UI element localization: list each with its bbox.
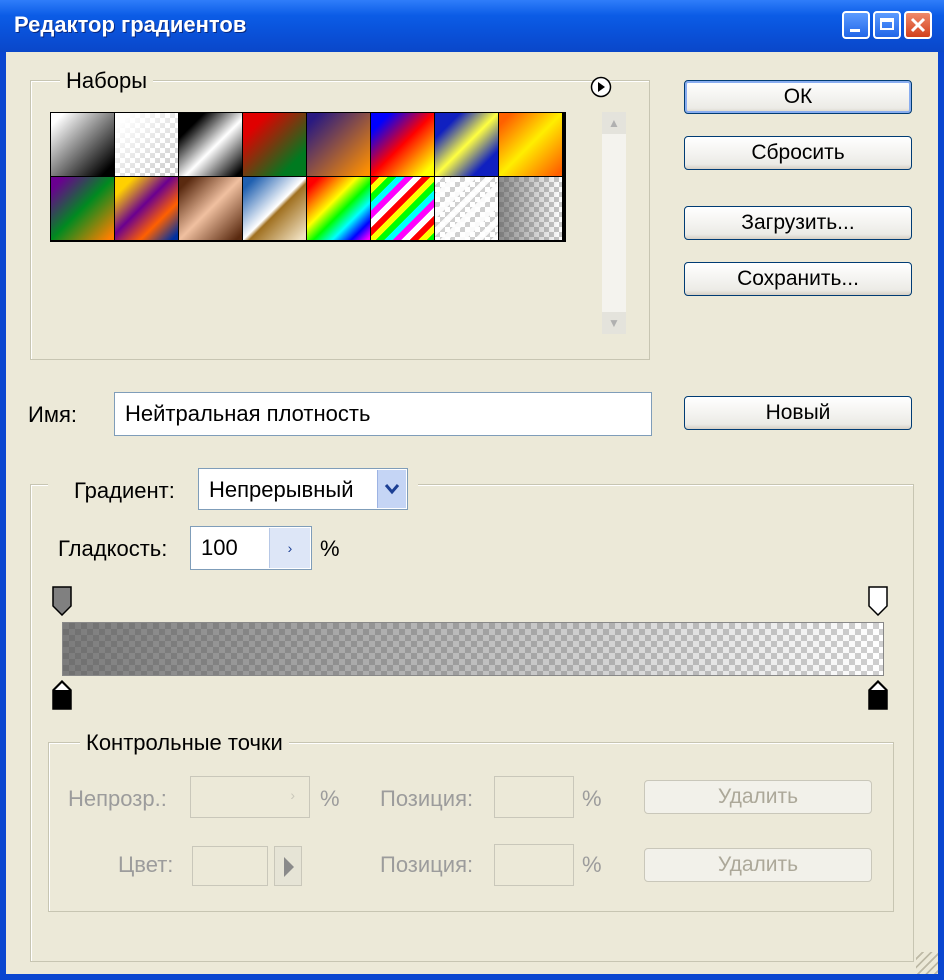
color-swatch[interactable] bbox=[192, 846, 268, 886]
smoothness-label: Гладкость: bbox=[58, 536, 168, 561]
gradient-editor-window: Редактор градиентов Наборы ▲ ▼ ОК Сброси… bbox=[0, 0, 944, 980]
chevron-down-icon[interactable] bbox=[377, 470, 406, 508]
swatch[interactable] bbox=[499, 113, 563, 177]
name-label: Имя: bbox=[28, 402, 77, 427]
color-position-unit: % bbox=[582, 852, 602, 877]
gradient-preview-bar[interactable] bbox=[62, 622, 884, 676]
opacity-position-unit: % bbox=[582, 786, 602, 811]
circle-arrow-right-icon[interactable] bbox=[590, 76, 612, 98]
scroll-down-icon[interactable]: ▼ bbox=[602, 312, 626, 334]
title-bar[interactable]: Редактор градиентов bbox=[0, 0, 944, 52]
swatch[interactable] bbox=[115, 113, 179, 177]
window-title: Редактор градиентов bbox=[14, 12, 247, 37]
swatch[interactable] bbox=[243, 177, 307, 241]
smoothness-unit: % bbox=[320, 536, 340, 561]
swatch[interactable] bbox=[371, 177, 435, 241]
swatch[interactable] bbox=[179, 113, 243, 177]
smoothness-value: 100 bbox=[201, 535, 238, 560]
color-position-label: Позиция: bbox=[380, 852, 474, 877]
gradient-type-label: Градиент: bbox=[74, 478, 175, 503]
scroll-up-icon[interactable]: ▲ bbox=[602, 112, 626, 134]
swatch[interactable] bbox=[307, 113, 371, 177]
swatch[interactable] bbox=[371, 113, 435, 177]
load-button[interactable]: Загрузить... bbox=[684, 206, 912, 240]
color-stop-left-icon[interactable] bbox=[52, 679, 72, 710]
swatch[interactable] bbox=[51, 177, 115, 241]
stops-legend: Контрольные точки bbox=[80, 730, 289, 756]
gradient-type-value: Непрерывный bbox=[209, 477, 354, 502]
ok-button[interactable]: ОК bbox=[684, 80, 912, 114]
swatch[interactable] bbox=[435, 113, 499, 177]
stops-group bbox=[48, 742, 894, 912]
color-stop-right-icon[interactable] bbox=[868, 679, 888, 710]
save-button[interactable]: Сохранить... bbox=[684, 262, 912, 296]
minimize-icon[interactable] bbox=[842, 11, 870, 39]
slider-popup-icon[interactable]: › bbox=[269, 528, 310, 568]
reset-button[interactable]: Сбросить bbox=[684, 136, 912, 170]
swatch[interactable] bbox=[243, 113, 307, 177]
delete-color-stop-button[interactable]: Удалить bbox=[644, 848, 872, 882]
name-input[interactable]: Нейтральная плотность bbox=[114, 392, 652, 436]
opacity-label: Непрозр.: bbox=[68, 786, 167, 811]
presets-scrollbar[interactable]: ▲ ▼ bbox=[602, 112, 626, 334]
color-menu-icon[interactable] bbox=[274, 846, 302, 886]
opacity-stop-left-icon[interactable] bbox=[52, 586, 72, 617]
resize-grip-icon[interactable] bbox=[916, 952, 938, 974]
gradient-type-select[interactable]: Непрерывный bbox=[198, 468, 408, 510]
opacity-position-input[interactable] bbox=[494, 776, 574, 818]
swatch[interactable] bbox=[115, 177, 179, 241]
new-button[interactable]: Новый bbox=[684, 396, 912, 430]
dialog-client-area: Наборы ▲ ▼ ОК Сбросить Загрузить... Сохр… bbox=[6, 52, 938, 974]
swatch[interactable] bbox=[435, 177, 499, 241]
opacity-stop-right-icon[interactable] bbox=[868, 586, 888, 617]
color-label: Цвет: bbox=[118, 852, 174, 877]
swatch[interactable] bbox=[51, 113, 115, 177]
opacity-input[interactable]: › bbox=[190, 776, 310, 818]
maximize-icon[interactable] bbox=[873, 11, 901, 39]
swatch[interactable] bbox=[179, 177, 243, 241]
opacity-unit: % bbox=[320, 786, 340, 811]
smoothness-input[interactable]: 100 › bbox=[190, 526, 312, 570]
preset-swatches bbox=[50, 112, 566, 242]
delete-opacity-stop-button[interactable]: Удалить bbox=[644, 780, 872, 814]
opacity-position-label: Позиция: bbox=[380, 786, 474, 811]
swatch-selected[interactable] bbox=[499, 177, 563, 241]
slider-popup-icon: › bbox=[290, 787, 295, 803]
swatch[interactable] bbox=[307, 177, 371, 241]
color-position-input[interactable] bbox=[494, 844, 574, 886]
presets-legend: Наборы bbox=[60, 68, 154, 94]
close-icon[interactable] bbox=[904, 11, 932, 39]
